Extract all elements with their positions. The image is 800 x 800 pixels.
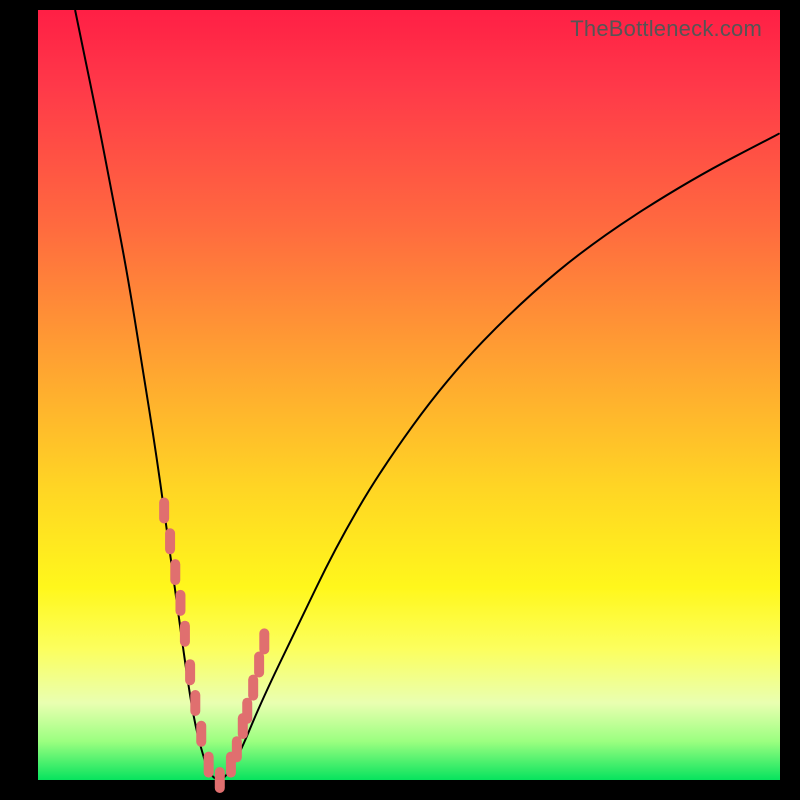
highlight-markers — [164, 503, 264, 789]
bottleneck-curve — [75, 10, 780, 780]
chart-frame: TheBottleneck.com — [0, 0, 800, 800]
plot-area: TheBottleneck.com — [38, 10, 780, 780]
chart-overlay — [38, 10, 780, 780]
